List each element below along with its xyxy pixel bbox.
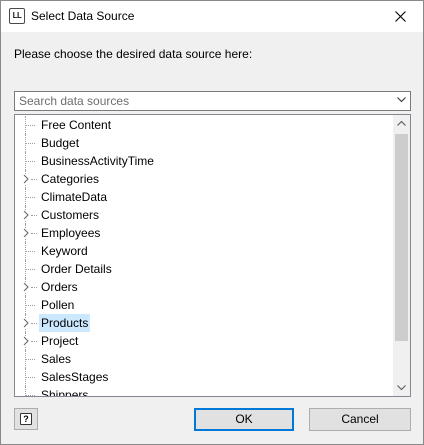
tree-guide-line <box>25 395 35 396</box>
tree-guide-line <box>25 377 35 378</box>
help-icon: ? <box>20 413 32 425</box>
tree-guide-line <box>25 143 35 144</box>
chevron-down-icon[interactable] <box>397 97 406 103</box>
tree-guide-line <box>25 125 35 126</box>
tree-item[interactable]: Categories <box>15 170 395 188</box>
tree-item-label: Orders <box>41 280 78 294</box>
scroll-up-button[interactable] <box>393 115 410 132</box>
tree-item[interactable]: SalesStages <box>15 368 395 386</box>
tree-item-label: Customers <box>41 208 100 222</box>
tree-item-label: BusinessActivityTime <box>41 154 154 168</box>
tree-item-label: Products <box>39 314 91 332</box>
tree-guide-line <box>25 251 35 252</box>
tree-item-label: Sales <box>41 352 72 366</box>
data-source-tree[interactable]: Free Content Budget BusinessActivityTime Ca… <box>14 114 411 397</box>
tree-item-label: Categories <box>41 172 100 186</box>
tree-guide-line <box>31 215 37 216</box>
tree-item[interactable]: Sales <box>15 350 395 368</box>
tree-item-label: SalesStages <box>41 370 109 384</box>
tree-item[interactable]: Free Content <box>15 116 395 134</box>
tree-item-label: Free Content <box>41 118 112 132</box>
app-icon: LL <box>9 8 25 24</box>
tree-item[interactable]: Budget <box>15 134 395 152</box>
tree-guide-line <box>31 179 37 180</box>
dialog-window: LL Select Data Source Please choose the … <box>0 0 424 445</box>
ok-button[interactable]: OK <box>194 408 294 431</box>
tree-guide-line <box>25 305 35 306</box>
help-button[interactable]: ? <box>14 408 38 430</box>
tree-item[interactable]: Products <box>15 314 395 332</box>
tree-guide-line <box>31 287 37 288</box>
window-title: Select Data Source <box>31 9 135 23</box>
tree-item-label: Order Details <box>41 262 112 276</box>
tree-guide-line <box>31 341 37 342</box>
tree-item-label: Project <box>41 334 79 348</box>
tree-item-label: Keyword <box>41 244 88 258</box>
tree-guide-line <box>25 269 35 270</box>
scroll-thumb[interactable] <box>395 134 408 341</box>
tree-guide-line <box>25 359 35 360</box>
tree-guide-line <box>25 197 35 198</box>
tree-item[interactable]: Orders <box>15 278 395 296</box>
chevron-right-icon[interactable] <box>21 336 31 346</box>
cancel-button[interactable]: Cancel <box>309 408 411 431</box>
tree-item-label: Budget <box>41 136 80 150</box>
chevron-up-icon <box>397 121 406 126</box>
chevron-right-icon[interactable] <box>21 228 31 238</box>
chevron-right-icon[interactable] <box>21 282 31 292</box>
chevron-down-icon <box>397 385 406 390</box>
scroll-down-button[interactable] <box>393 379 410 396</box>
vertical-scrollbar[interactable] <box>393 115 410 396</box>
tree-item-label: Pollen <box>41 298 75 312</box>
tree-item[interactable]: Employees <box>15 224 395 242</box>
close-button[interactable] <box>379 1 423 32</box>
title-bar: LL Select Data Source <box>1 1 423 32</box>
instruction-text: Please choose the desired data source he… <box>14 47 253 61</box>
chevron-right-icon[interactable] <box>21 174 31 184</box>
tree-item[interactable]: Keyword <box>15 242 395 260</box>
chevron-right-icon[interactable] <box>21 318 31 328</box>
tree-item-label: Shippers <box>41 388 89 397</box>
tree-item-label: Employees <box>41 226 101 240</box>
tree-item-label: ClimateData <box>41 190 108 204</box>
chevron-right-icon[interactable] <box>21 210 31 220</box>
tree-item[interactable]: Order Details <box>15 260 395 278</box>
tree-item[interactable]: BusinessActivityTime <box>15 152 395 170</box>
tree-item[interactable]: Customers <box>15 206 395 224</box>
tree-item-list: Free Content Budget BusinessActivityTime Ca… <box>15 116 395 397</box>
search-input[interactable] <box>19 93 389 109</box>
tree-item[interactable]: Project <box>15 332 395 350</box>
search-combobox[interactable] <box>14 91 411 111</box>
tree-item[interactable]: ClimateData <box>15 188 395 206</box>
tree-guide-line <box>25 161 35 162</box>
tree-guide-line <box>31 233 37 234</box>
close-icon <box>395 11 406 22</box>
tree-item[interactable]: Shippers <box>15 386 395 397</box>
tree-item[interactable]: Pollen <box>15 296 395 314</box>
tree-guide-line <box>31 323 37 324</box>
